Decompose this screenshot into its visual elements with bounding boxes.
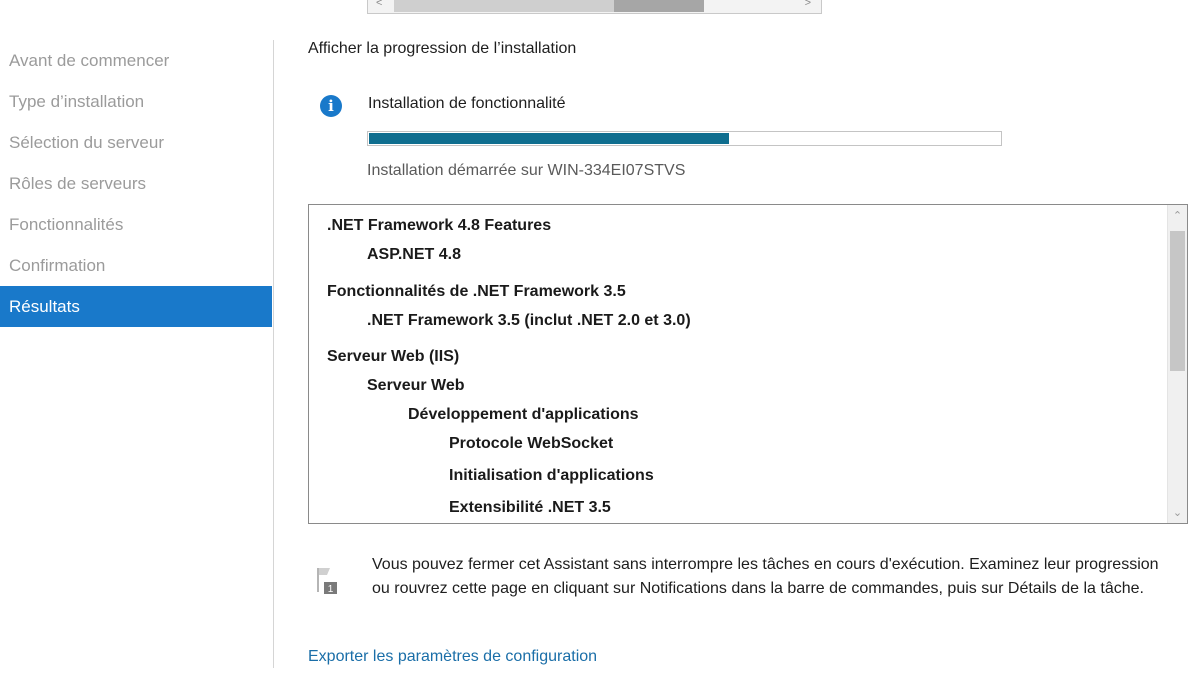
features-list-scrollbar[interactable]: ⌃ ⌄ bbox=[1167, 205, 1187, 523]
sidebar-item-avant-de-commencer[interactable]: Avant de commencer bbox=[0, 40, 272, 81]
page-title: Afficher la progression de l’installatio… bbox=[308, 40, 577, 57]
info-icon: i bbox=[320, 95, 342, 117]
list-item: ASP.NET 4.8 bbox=[367, 246, 461, 263]
scroll-left-icon[interactable]: < bbox=[376, 0, 382, 9]
export-configuration-link[interactable]: Exporter les paramètres de configuration bbox=[308, 648, 597, 666]
list-item: Serveur Web bbox=[367, 377, 465, 394]
top-horizontal-scrollbar[interactable]: < > bbox=[367, 0, 822, 14]
list-item: Extensibilité .NET 3.5 bbox=[449, 499, 611, 516]
scrollbar-track-segment bbox=[394, 0, 614, 12]
progress-bar-fill bbox=[369, 133, 729, 144]
sidebar-divider bbox=[273, 40, 274, 668]
list-item: Fonctionnalités de .NET Framework 3.5 bbox=[327, 283, 626, 300]
list-item: .NET Framework 4.8 Features bbox=[327, 217, 552, 234]
status-text: Installation de fonctionnalité bbox=[368, 95, 566, 112]
scrollbar-thumb[interactable] bbox=[614, 0, 704, 12]
list-item: Initialisation d'applications bbox=[449, 467, 654, 484]
flag-notification-icon: 1 bbox=[317, 568, 337, 595]
features-list[interactable]: .NET Framework 4.8 Features ASP.NET 4.8 … bbox=[308, 204, 1188, 524]
installation-started-text: Installation démarrée sur WIN-334EI07STV… bbox=[367, 162, 686, 179]
scroll-down-icon[interactable]: ⌄ bbox=[1168, 506, 1187, 519]
sidebar-item-selection-serveur[interactable]: Sélection du serveur bbox=[0, 122, 272, 163]
sidebar-item-resultats[interactable]: Résultats bbox=[0, 286, 272, 327]
sidebar-item-roles-serveurs[interactable]: Rôles de serveurs bbox=[0, 163, 272, 204]
list-item: .NET Framework 3.5 (inclut .NET 2.0 et 3… bbox=[367, 312, 691, 329]
progress-bar bbox=[367, 131, 1002, 146]
scrollbar-thumb[interactable] bbox=[1170, 231, 1185, 371]
notice-text: Vous pouvez fermer cet Assistant sans in… bbox=[372, 556, 1159, 597]
sidebar-item-confirmation[interactable]: Confirmation bbox=[0, 245, 272, 286]
scroll-right-icon[interactable]: > bbox=[805, 0, 811, 9]
list-item: Serveur Web (IIS) bbox=[327, 348, 460, 365]
notification-badge: 1 bbox=[328, 584, 334, 595]
sidebar-item-type-installation[interactable]: Type d’installation bbox=[0, 81, 272, 122]
list-item: Développement d'applications bbox=[408, 406, 639, 423]
sidebar-item-fonctionnalites[interactable]: Fonctionnalités bbox=[0, 204, 272, 245]
list-item: Protocole WebSocket bbox=[449, 435, 614, 452]
wizard-sidebar: Avant de commencer Type d’installation S… bbox=[0, 40, 272, 327]
scroll-up-icon[interactable]: ⌃ bbox=[1168, 209, 1187, 222]
